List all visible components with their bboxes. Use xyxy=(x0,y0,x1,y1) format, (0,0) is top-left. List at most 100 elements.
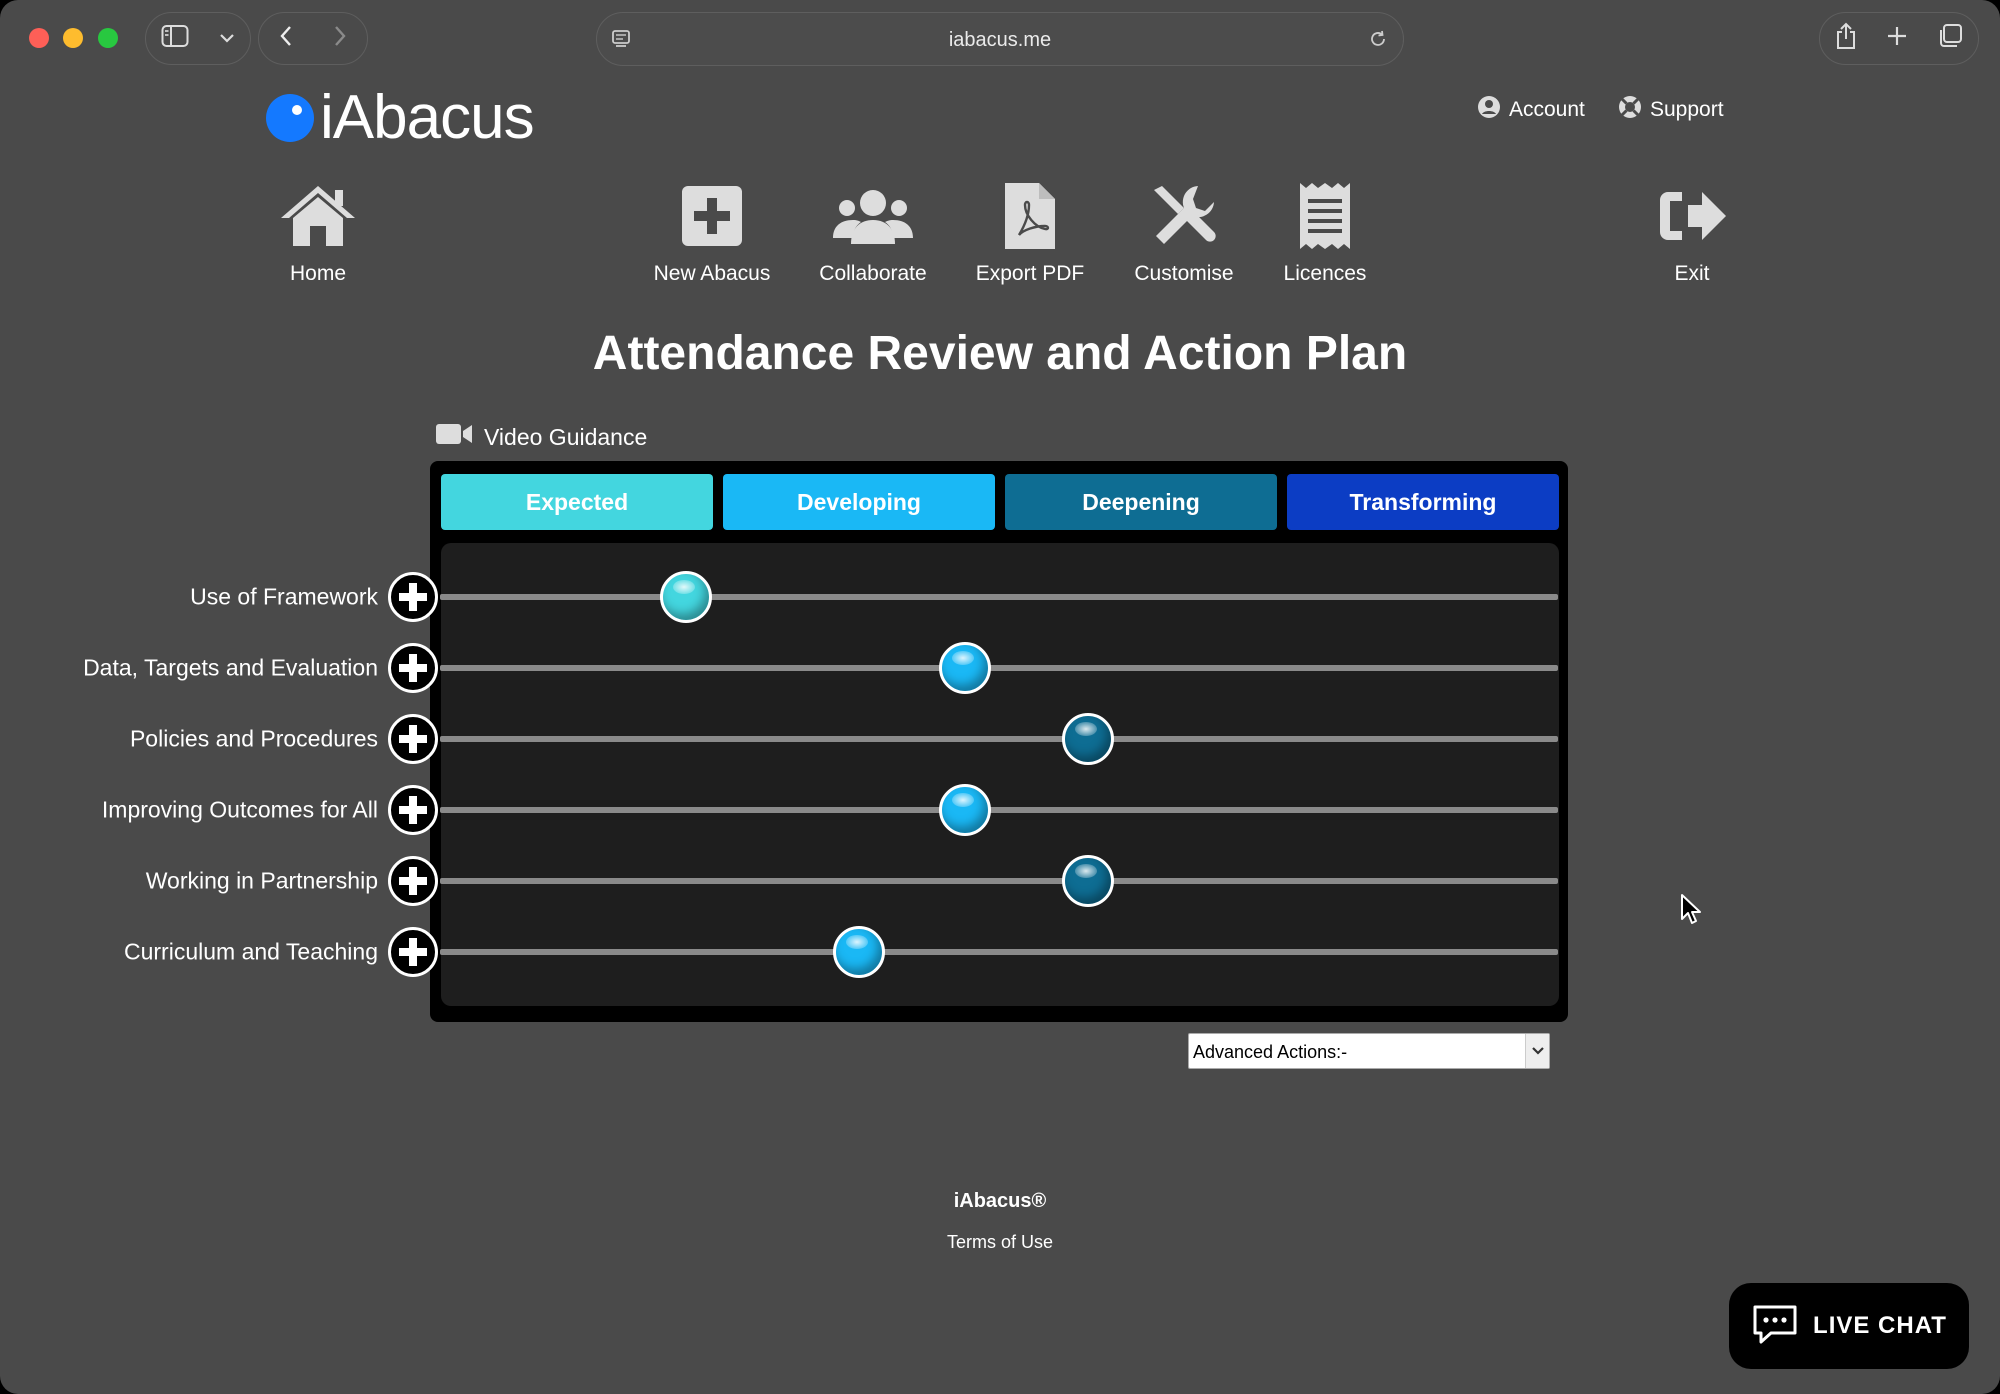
tab-overview-icon[interactable] xyxy=(1937,23,1963,54)
video-guidance-label: Video Guidance xyxy=(484,423,648,450)
stage-label: Developing xyxy=(797,488,921,515)
abacus-track xyxy=(440,736,1558,742)
mouse-pointer-icon xyxy=(1680,893,1702,930)
logo-text: iAbacus xyxy=(320,83,535,152)
nav-licences-label: Licences xyxy=(1283,262,1367,285)
stage-deepening: Deepening xyxy=(1005,474,1277,530)
row-label: Curriculum and Teaching xyxy=(124,938,378,965)
url-text: iabacus.me xyxy=(948,29,1052,51)
video-camera-icon xyxy=(436,422,472,452)
advanced-actions-select[interactable]: Advanced Actions:- xyxy=(1188,1033,1550,1069)
add-action-button[interactable] xyxy=(388,714,438,764)
nav-new-abacus-label: New Abacus xyxy=(653,262,771,285)
add-action-button[interactable] xyxy=(388,643,438,693)
users-icon xyxy=(831,178,915,254)
tools-icon xyxy=(1150,178,1218,254)
stage-label: Deepening xyxy=(1082,488,1200,515)
footer-brand: iAbacus® xyxy=(953,1190,1047,1212)
chevron-down-icon[interactable] xyxy=(1525,1034,1549,1068)
back-arrow-icon[interactable] xyxy=(279,24,293,53)
stage-expected: Expected xyxy=(441,474,713,530)
abacus-track-area xyxy=(441,543,1559,1006)
plus-icon xyxy=(399,654,427,682)
row-label: Use of Framework xyxy=(190,583,378,610)
row-label: Data, Targets and Evaluation xyxy=(83,654,378,681)
minimize-window-button[interactable] xyxy=(63,28,83,48)
sidebar-icon[interactable] xyxy=(161,24,189,53)
abacus-bead[interactable] xyxy=(939,784,992,836)
page-title: Attendance Review and Action Plan xyxy=(592,327,1408,380)
abacus-track xyxy=(440,807,1558,813)
stage-label: Expected xyxy=(525,488,629,515)
nav-export-pdf-label: Export PDF xyxy=(975,262,1085,285)
nav-exit-label: Exit xyxy=(1674,262,1710,285)
history-nav-group xyxy=(258,12,368,65)
share-icon[interactable] xyxy=(1835,22,1857,55)
add-action-button[interactable] xyxy=(388,572,438,622)
live-chat-label: LIVE CHAT xyxy=(1813,1312,1947,1339)
stage-label: Transforming xyxy=(1349,488,1497,515)
nav-customise-label: Customise xyxy=(1134,262,1234,285)
forward-arrow-icon[interactable] xyxy=(333,24,347,53)
exit-icon xyxy=(1658,178,1726,254)
stage-developing: Developing xyxy=(723,474,995,530)
nav-exit[interactable]: Exit xyxy=(1622,178,1762,286)
advanced-actions-value: Advanced Actions:- xyxy=(1193,1042,1348,1062)
live-chat-button[interactable]: LIVE CHAT xyxy=(1729,1283,1969,1369)
sidebar-toggle-group xyxy=(145,12,251,65)
zoom-window-button[interactable] xyxy=(98,28,118,48)
home-icon xyxy=(279,178,357,254)
add-action-button[interactable] xyxy=(388,785,438,835)
plus-icon xyxy=(399,796,427,824)
account-link[interactable]: Account xyxy=(1477,95,1585,125)
support-link[interactable]: Support xyxy=(1618,95,1724,125)
nav-collaborate[interactable]: Collaborate xyxy=(803,178,943,286)
plus-icon xyxy=(399,725,427,753)
abacus-track xyxy=(440,665,1558,671)
row-label: Policies and Procedures xyxy=(129,725,378,752)
close-window-button[interactable] xyxy=(29,28,49,48)
plus-icon xyxy=(399,583,427,611)
plus-icon xyxy=(399,867,427,895)
account-label: Account xyxy=(1509,98,1585,121)
browser-window: iabacus.me iAbacus Account Support Home … xyxy=(0,0,2000,1394)
add-action-button[interactable] xyxy=(388,927,438,977)
plus-icon xyxy=(399,938,427,966)
chevron-down-icon[interactable] xyxy=(219,30,235,48)
video-guidance-link[interactable]: Video Guidance xyxy=(436,422,647,452)
abacus-bead[interactable] xyxy=(1062,855,1115,907)
address-bar[interactable]: iabacus.me xyxy=(596,12,1404,66)
window-actions-group xyxy=(1819,12,1979,65)
abacus-track xyxy=(440,878,1558,884)
abacus-track xyxy=(440,594,1558,600)
nav-home-label: Home xyxy=(289,262,347,285)
nav-export-pdf[interactable]: Export PDF xyxy=(960,178,1100,286)
row-label: Improving Outcomes for All xyxy=(101,796,378,823)
terms-of-use-link[interactable]: Terms of Use xyxy=(0,1232,2000,1253)
nav-home[interactable]: Home xyxy=(248,178,388,286)
nav-customise[interactable]: Customise xyxy=(1114,178,1254,286)
plus-square-icon xyxy=(682,178,742,254)
nav-licences[interactable]: Licences xyxy=(1255,178,1395,286)
stage-transforming: Transforming xyxy=(1287,474,1559,530)
support-label: Support xyxy=(1650,98,1724,121)
abacus-bead[interactable] xyxy=(833,926,886,978)
abacus-bead[interactable] xyxy=(939,642,992,694)
row-label: Working in Partnership xyxy=(145,867,378,894)
chat-bubble-icon xyxy=(1751,1303,1799,1350)
abacus-bead[interactable] xyxy=(659,571,712,623)
receipt-icon xyxy=(1298,178,1352,254)
abacus-bead[interactable] xyxy=(1062,713,1115,765)
browser-toolbar: iabacus.me xyxy=(0,0,2000,80)
iabacus-logo[interactable]: iAbacus xyxy=(266,82,535,153)
lifebuoy-icon xyxy=(1618,95,1642,125)
pdf-file-icon xyxy=(1003,178,1057,254)
abacus-track xyxy=(440,949,1558,955)
logo-dot-icon xyxy=(266,93,314,142)
add-action-button[interactable] xyxy=(388,856,438,906)
user-circle-icon xyxy=(1477,95,1501,125)
reload-icon[interactable] xyxy=(1367,28,1389,55)
nav-new-abacus[interactable]: New Abacus xyxy=(642,178,782,286)
new-tab-icon[interactable] xyxy=(1886,25,1908,52)
nav-collaborate-label: Collaborate xyxy=(819,262,927,285)
